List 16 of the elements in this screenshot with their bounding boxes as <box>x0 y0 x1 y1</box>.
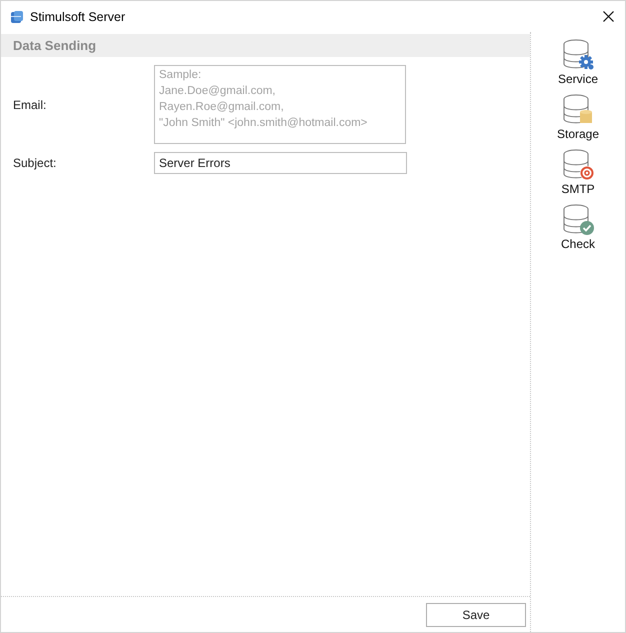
database-cylinder-icon <box>562 93 594 125</box>
app-icon <box>10 10 24 24</box>
sidebar-item[interactable]: Check <box>538 201 618 253</box>
sidebar-item[interactable]: Service <box>538 36 618 88</box>
database-gear-icon <box>562 38 594 70</box>
subject-field[interactable]: Server Errors <box>154 152 407 174</box>
section-title: Data Sending <box>13 38 96 53</box>
field-label: Subject: <box>13 156 58 170</box>
field-label: Email: <box>13 98 48 112</box>
close-icon <box>602 11 614 22</box>
sidebar-item[interactable]: SMTP <box>538 146 618 198</box>
database-check-icon <box>562 203 594 235</box>
sidebar-item[interactable]: Storage <box>538 91 618 143</box>
email-field[interactable]: Sample: Jane.Doe@gmail.com, Rayen.Roe@gmail.com, "John Smith" <john.smith@hotmail.com> <box>154 65 406 144</box>
window-title: Stimulsoft Server <box>30 10 126 24</box>
save-button[interactable]: Save <box>426 602 526 626</box>
